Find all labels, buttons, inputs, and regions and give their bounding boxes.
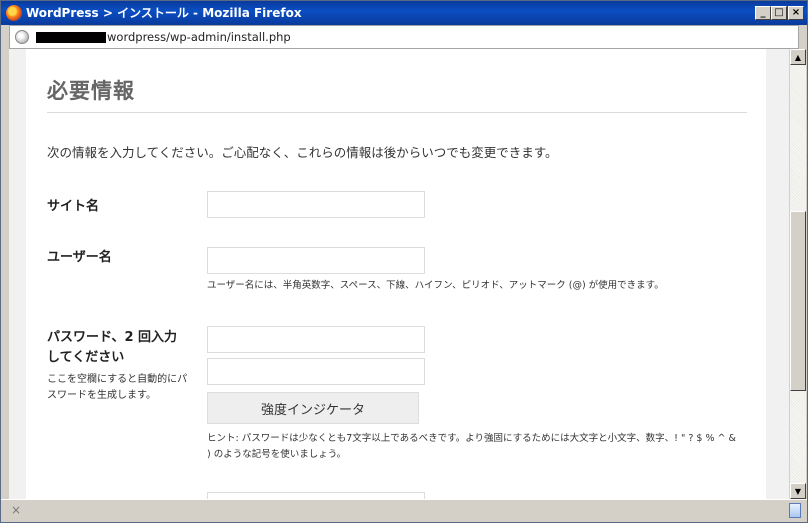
- minimize-button[interactable]: _: [755, 6, 771, 20]
- scroll-down-icon[interactable]: ▼: [790, 483, 806, 499]
- page-viewport: 必要情報 次の情報を入力してください。ご心配なく、これらの情報は後からいつでも変…: [9, 49, 789, 499]
- close-icon[interactable]: ×: [11, 503, 21, 517]
- url-text[interactable]: wordpress/wp-admin/install.php: [107, 29, 291, 45]
- site-identity-icon[interactable]: [15, 30, 29, 44]
- status-bar: ×: [1, 499, 807, 522]
- title-bar: WordPress > インストール - Mozilla Firefox _ □…: [1, 1, 807, 25]
- username-input[interactable]: [207, 247, 425, 274]
- vertical-scrollbar[interactable]: ▲ ▼: [789, 49, 806, 499]
- email-input[interactable]: [207, 492, 425, 499]
- addon-bar-icon[interactable]: [789, 503, 801, 518]
- scroll-up-icon[interactable]: ▲: [790, 49, 806, 65]
- page-title: 必要情報: [47, 79, 135, 103]
- password-confirm-input[interactable]: [207, 358, 425, 385]
- username-hint: ユーザー名には、半角英数字、スペース、下線、ハイフン、ピリオド、アットマーク (…: [207, 280, 664, 291]
- password-label: パスワード、2 回入力してください: [47, 330, 178, 365]
- maximize-button[interactable]: □: [771, 6, 787, 20]
- password-hint: ヒント: パスワードは少なくとも7文字以上であるべきです。より強固にするためには…: [207, 433, 736, 460]
- heading-divider: [47, 112, 747, 113]
- close-button[interactable]: ×: [788, 6, 804, 20]
- site-title-label: サイト名: [47, 199, 100, 214]
- scroll-thumb[interactable]: [790, 211, 806, 391]
- site-title-input[interactable]: [207, 191, 425, 218]
- install-form: 必要情報 次の情報を入力してください。ご心配なく、これらの情報は後からいつでも変…: [26, 49, 766, 499]
- password-input[interactable]: [207, 326, 425, 353]
- password-note: ここを空欄にすると自動的にパスワードを生成します。: [47, 374, 188, 401]
- browser-window: WordPress > インストール - Mozilla Firefox _ □…: [0, 0, 808, 523]
- redacted-host: [36, 32, 106, 43]
- username-label: ユーザー名: [47, 250, 112, 265]
- window-title: WordPress > インストール - Mozilla Firefox: [26, 6, 302, 20]
- address-bar[interactable]: wordpress/wp-admin/install.php: [9, 25, 799, 49]
- intro-text: 次の情報を入力してください。ご心配なく、これらの情報は後からいつでも変更できます…: [47, 145, 558, 160]
- firefox-icon: [6, 5, 22, 21]
- password-strength-indicator: 強度インジケータ: [207, 392, 419, 424]
